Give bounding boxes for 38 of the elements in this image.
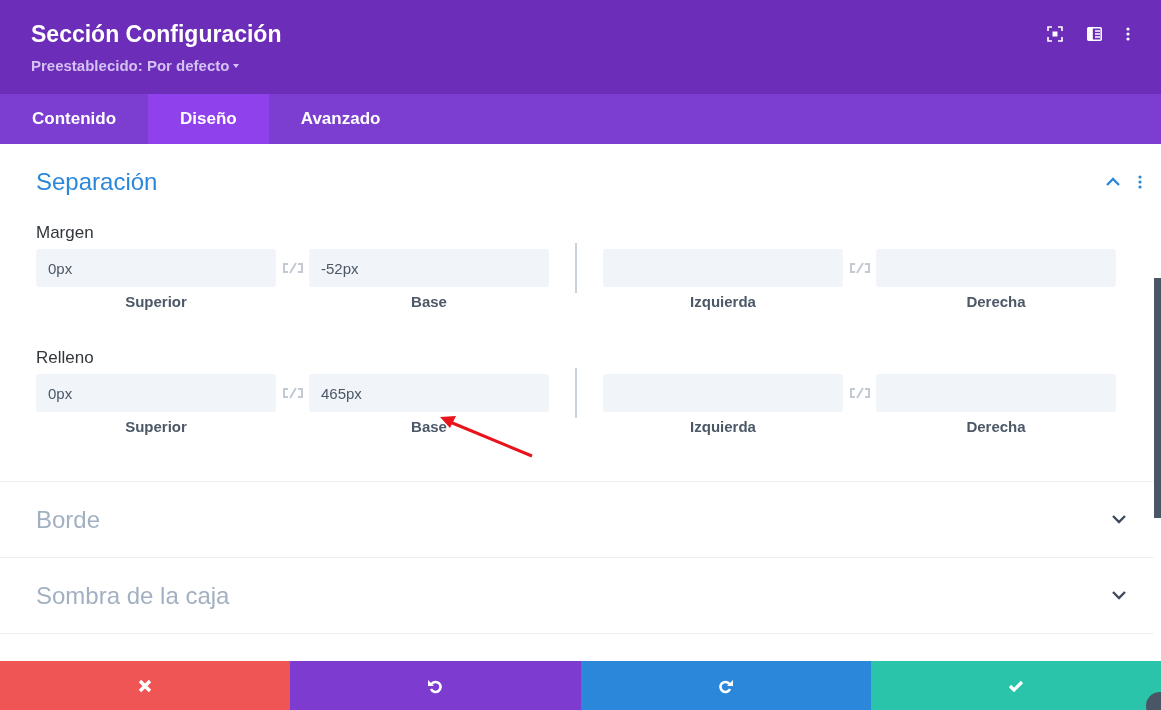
field-caption: Base: [411, 292, 447, 312]
field-group-label: Relleno: [36, 348, 95, 368]
chevron-down-icon[interactable]: [1112, 591, 1126, 600]
input-field[interactable]: 0px: [36, 374, 276, 412]
tab[interactable]: Avanzado: [268, 94, 413, 144]
chevron-up-icon[interactable]: [1106, 177, 1120, 186]
tab[interactable]: Diseño: [148, 94, 269, 144]
cancel-button[interactable]: [0, 661, 291, 710]
undo-button[interactable]: [290, 661, 581, 710]
field-group-label: Margen: [36, 223, 95, 243]
tab[interactable]: Contenido: [0, 94, 149, 144]
field-caption: Superior: [125, 292, 187, 312]
close-icon: [137, 677, 154, 694]
link-icon[interactable]: [847, 387, 872, 399]
link-icon[interactable]: [280, 262, 305, 274]
caret-icon[interactable]: [233, 64, 240, 69]
preset-label[interactable]: Preestablecido: Por defecto: [31, 55, 230, 78]
input-field[interactable]: 465px: [309, 374, 549, 412]
scrollbar[interactable]: [1154, 278, 1161, 518]
input-field[interactable]: 0px: [36, 249, 276, 287]
link-icon[interactable]: [280, 387, 305, 399]
input-field[interactable]: -52px: [309, 249, 549, 287]
field-caption: Derecha: [966, 417, 1026, 437]
field-caption: Superior: [125, 417, 187, 437]
chevron-down-icon[interactable]: [1112, 515, 1126, 524]
link-icon[interactable]: [847, 262, 872, 274]
field-caption: Derecha: [966, 292, 1026, 312]
section-title[interactable]: Separación: [36, 163, 158, 200]
panel-title: Sección Configuración: [31, 20, 282, 48]
fullscreen-icon[interactable]: [1047, 26, 1063, 42]
redo-button[interactable]: [580, 661, 871, 710]
sidebar-layout-icon[interactable]: [1087, 27, 1102, 41]
field-caption: Izquierda: [690, 417, 756, 437]
undo-icon: [427, 677, 444, 694]
field-caption: Izquierda: [690, 292, 756, 312]
more-options-icon[interactable]: [1138, 174, 1142, 189]
more-options-icon[interactable]: [1126, 27, 1130, 41]
field-caption: Base: [411, 417, 447, 437]
